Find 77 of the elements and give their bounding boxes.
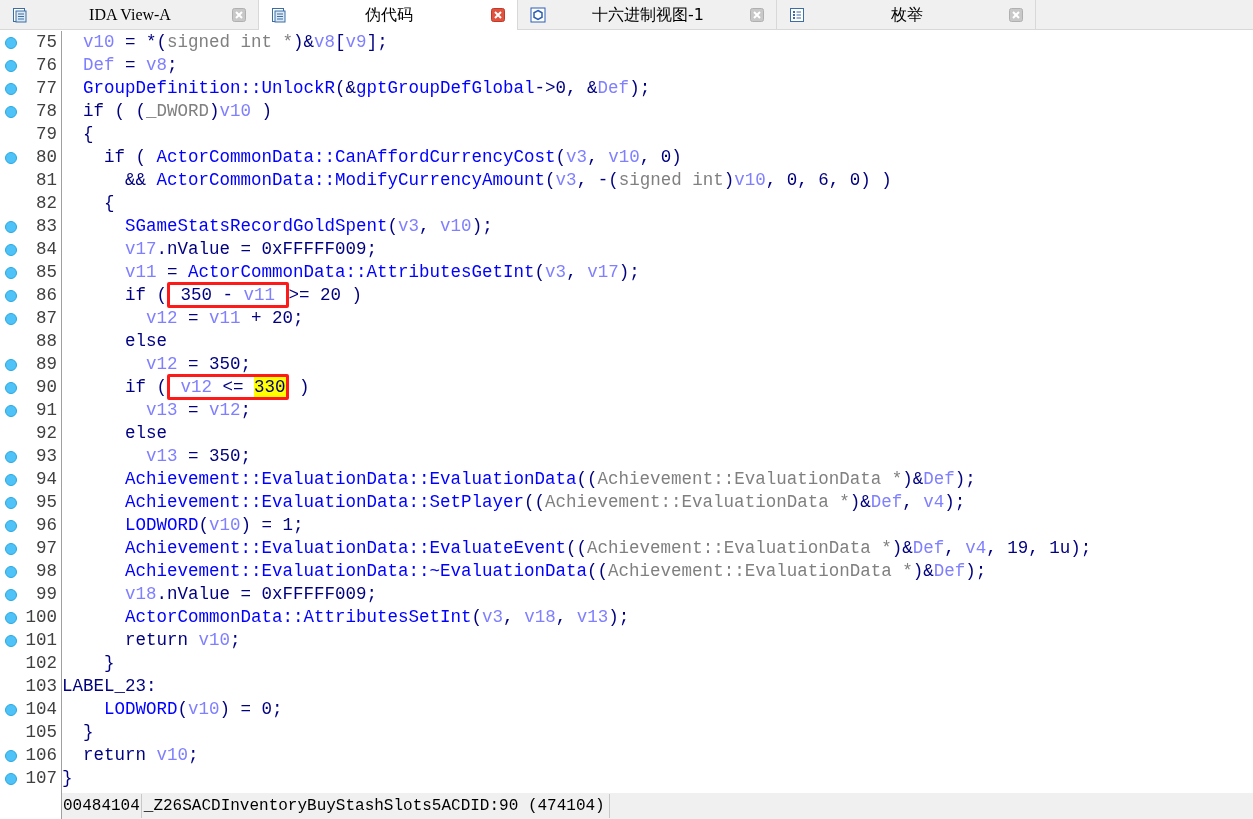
code-line: if ( (_DWORD)v10 ): [82, 100, 273, 123]
line-number: 75: [35, 31, 57, 54]
code-line: return v10;: [82, 744, 199, 767]
code-line: v17.nValue = 0xFFFFF009;: [124, 238, 378, 261]
tab[interactable]: 伪代码: [259, 0, 518, 30]
code-line: }: [62, 767, 73, 790]
line-number: 89: [35, 353, 57, 376]
code-line: {: [82, 123, 94, 146]
line-number: 83: [35, 215, 57, 238]
status-location: _Z26SACDInventoryBuyStashSlots5ACDID:90 (474104): [141, 794, 610, 818]
code-line: else: [124, 422, 168, 445]
tab-label: 枚举: [890, 3, 924, 26]
line-number: 80: [35, 146, 57, 169]
code-line: if ( 350 - v11 >= 20 ): [62, 284, 363, 307]
line-number: 94: [35, 468, 57, 491]
code-line: && ActorCommonData::ModifyCurrencyAmount(v3, -(signed int)v10, 0, 6, 0) ): [124, 169, 892, 192]
code-line: Def = v8;: [82, 54, 178, 77]
code-line: LABEL_23:: [62, 675, 157, 698]
line-number: 76: [35, 54, 57, 77]
code-line: v12 = v11 + 20;: [145, 307, 304, 330]
code-line: Achievement::EvaluationData::EvaluationData((Achievement::EvaluationData *)&Def);: [124, 468, 976, 491]
code-line: v11 = ActorCommonData::AttributesGetInt(v3, v17);: [124, 261, 640, 284]
tab-label: IDA View-A: [88, 4, 172, 25]
line-number: 95: [35, 491, 57, 514]
line-number: 96: [35, 514, 57, 537]
line-number: 82: [35, 192, 57, 215]
code-line: else: [124, 330, 168, 353]
tab-label: 伪代码: [364, 4, 414, 26]
line-number: 105: [24, 721, 57, 744]
document-icon: [271, 7, 287, 23]
line-number: 102: [24, 652, 57, 675]
line-number: 78: [35, 100, 57, 123]
document-icon: [12, 6, 28, 23]
line-number: 107: [24, 767, 57, 790]
line-number: 86: [35, 284, 57, 307]
line-number: 90: [35, 376, 57, 399]
line-number: 87: [35, 307, 57, 330]
code-line: LODWORD(v10) = 1;: [124, 514, 304, 537]
code-line: v18.nValue = 0xFFFFF009;: [124, 583, 378, 606]
code-line: }: [103, 652, 115, 675]
line-number: 101: [24, 629, 57, 652]
code-line: {: [103, 192, 115, 215]
code-line: v13 = v12;: [145, 399, 252, 422]
status-address: 00484104: [62, 794, 142, 818]
code-line: Achievement::EvaluationData::EvaluateEvent((Achievement::EvaluationData *)&Def, v4, 19, 1u);: [124, 537, 1092, 560]
line-number: 98: [35, 560, 57, 583]
line-number: 81: [35, 169, 57, 192]
line-number: 104: [24, 698, 57, 721]
code-line: v12 = 350;: [145, 353, 252, 376]
line-number: 99: [35, 583, 57, 606]
tab-label: 十六进制视图-1: [591, 3, 705, 26]
code-line: v13 = 350;: [145, 445, 252, 468]
line-number: 106: [24, 744, 57, 767]
line-number: 92: [35, 422, 57, 445]
code-line: ActorCommonData::AttributesSetInt(v3, v18, v13);: [124, 606, 630, 629]
line-number: 91: [35, 399, 57, 422]
line-number: 93: [35, 445, 57, 468]
code-line: return v10;: [124, 629, 241, 652]
line-number: 100: [24, 606, 57, 629]
line-number: 77: [35, 77, 57, 100]
hexagon-icon: [530, 6, 546, 23]
line-number: 85: [35, 261, 57, 284]
code-line: }: [82, 721, 94, 744]
line-number: 79: [35, 123, 57, 146]
code-line: v10 = *(signed int *)&v8[v9];: [82, 31, 388, 54]
code-line: GroupDefinition::UnlockR(&gptGroupDefGlobal->0, &Def);: [82, 77, 651, 100]
line-number: 103: [24, 675, 57, 698]
line-number: 84: [35, 238, 57, 261]
code-line: LODWORD(v10) = 0;: [103, 698, 283, 721]
list-icon: [789, 6, 805, 23]
line-number: 97: [35, 537, 57, 560]
code-line: SGameStatsRecordGoldSpent(v3, v10);: [124, 215, 493, 238]
line-number: 88: [35, 330, 57, 353]
close-icon[interactable]: [491, 8, 505, 22]
code-line: Achievement::EvaluationData::SetPlayer((Achievement::EvaluationData *)&Def, v4);: [124, 491, 966, 514]
code-line: Achievement::EvaluationData::~EvaluationData((Achievement::EvaluationData *)&Def);: [124, 560, 987, 583]
code-line: if ( ActorCommonData::CanAffordCurrencyCost(v3, v10, 0): [103, 146, 682, 169]
